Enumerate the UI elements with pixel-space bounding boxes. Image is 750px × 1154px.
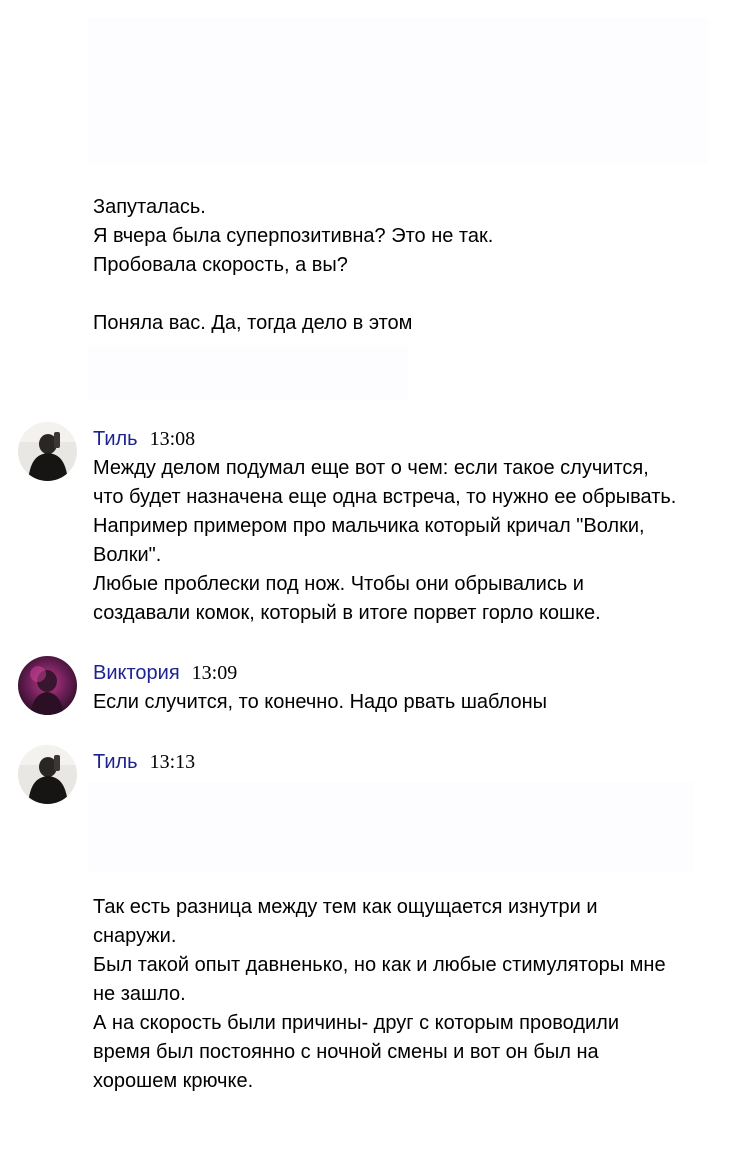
- author-name[interactable]: Виктория: [93, 662, 180, 684]
- message-header-til-1: Тиль 13:08: [93, 426, 195, 452]
- message-line: снаружи.: [93, 925, 177, 947]
- message-time: 13:08: [149, 428, 196, 450]
- message-line: Я вчера была суперпозитивна? Это не так.: [93, 225, 494, 247]
- message-line: создавали комок, который в итоге порвет …: [93, 602, 601, 624]
- message-line: Волки".: [93, 544, 162, 566]
- avatar-til-image: [18, 745, 77, 804]
- message-line: что будет назначена еще одна встреча, то…: [93, 486, 677, 508]
- author-name[interactable]: Тиль: [93, 751, 138, 773]
- avatar-viktoria[interactable]: [18, 656, 77, 715]
- message-line: Любые проблески под нож. Чтобы они обрыв…: [93, 573, 584, 595]
- message-line: Запуталась.: [93, 196, 206, 218]
- message-line: А на скорость были причины- друг с котор…: [93, 1012, 620, 1034]
- image-placeholder-top: [88, 18, 708, 163]
- message-header-til-2: Тиль 13:13: [93, 749, 195, 775]
- message-line: Например примером про мальчика который к…: [93, 515, 645, 537]
- avatar-viktoria-image: [18, 656, 77, 715]
- message-gap: [93, 280, 733, 309]
- message-time: 13:09: [191, 662, 238, 684]
- avatar-til[interactable]: [18, 745, 77, 804]
- message-time: 13:13: [149, 751, 196, 773]
- image-placeholder-middle: [88, 345, 408, 400]
- author-name[interactable]: Тиль: [93, 428, 138, 450]
- message-line: Поняла вас. Да, тогда дело в этом: [93, 312, 413, 334]
- message-line: Между делом подумал еще вот о чем: если …: [93, 457, 649, 479]
- message-line: Если случится, то конечно. Надо рвать ша…: [93, 691, 547, 713]
- message-line: Был такой опыт давненько, но как и любые…: [93, 954, 666, 976]
- avatar-til[interactable]: [18, 422, 77, 481]
- message-line: хорошем крючке.: [93, 1070, 254, 1092]
- message-header-viktoria: Виктория 13:09: [93, 660, 237, 686]
- avatar-til-image: [18, 422, 77, 481]
- message-text-til-1: Между делом подумал еще вот о чем: если …: [93, 454, 733, 628]
- message-line: Пробовала скорость, а вы?: [93, 254, 348, 276]
- message-text-top: Запуталась. Я вчера была суперпозитивна?…: [93, 193, 733, 338]
- message-text-viktoria: Если случится, то конечно. Надо рвать ша…: [93, 688, 733, 717]
- message-line: Так есть разница между тем как ощущается…: [93, 896, 598, 918]
- message-line: время был постоянно с ночной смены и вот…: [93, 1041, 599, 1063]
- message-text-til-2: Так есть разница между тем как ощущается…: [93, 893, 733, 1096]
- image-placeholder-bottom: [88, 782, 693, 872]
- message-line: не зашло.: [93, 983, 186, 1005]
